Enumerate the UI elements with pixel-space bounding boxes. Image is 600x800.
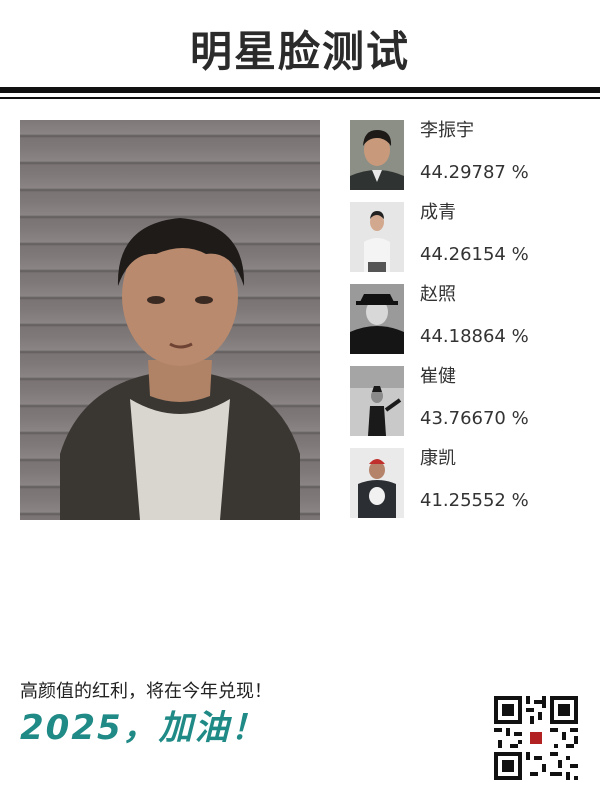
match-score: 44.29787 % — [420, 162, 529, 183]
header-divider-thick — [0, 87, 600, 93]
celebrity-photo-icon — [350, 120, 404, 190]
match-name: 赵照 — [420, 284, 456, 305]
match-name: 李振宇 — [420, 120, 474, 141]
uploaded-photo — [20, 120, 320, 520]
celebrity-photo-icon — [350, 202, 404, 272]
match-score: 44.26154 % — [420, 244, 529, 265]
celebrity-photo-icon — [350, 366, 404, 436]
person-silhouette — [60, 218, 300, 520]
match-score: 43.76670 % — [420, 408, 529, 429]
promo-text: 高颜值的红利，将在今年兑现！ — [20, 681, 272, 702]
qr-code-icon[interactable] — [494, 696, 578, 780]
slogan: 2025，加油！ — [20, 708, 267, 748]
match-item[interactable]: 成青 44.26154 % — [350, 202, 580, 272]
match-item[interactable]: 李振宇 44.29787 % — [350, 120, 580, 190]
page-title: 明星脸测试 — [189, 27, 410, 76]
match-item[interactable]: 赵照 44.18864 % — [350, 284, 580, 354]
match-item[interactable]: 康凯 41.25552 % — [350, 448, 580, 518]
celebrity-photo-icon — [350, 448, 404, 518]
match-item[interactable]: 崔健 43.76670 % — [350, 366, 580, 436]
match-score: 41.25552 % — [420, 490, 529, 511]
celebrity-photo-icon — [350, 284, 404, 354]
match-name: 康凯 — [420, 448, 456, 469]
match-score: 44.18864 % — [420, 326, 529, 347]
match-name: 崔健 — [420, 366, 456, 387]
match-name: 成青 — [420, 202, 456, 223]
header-divider-thin — [0, 97, 600, 99]
